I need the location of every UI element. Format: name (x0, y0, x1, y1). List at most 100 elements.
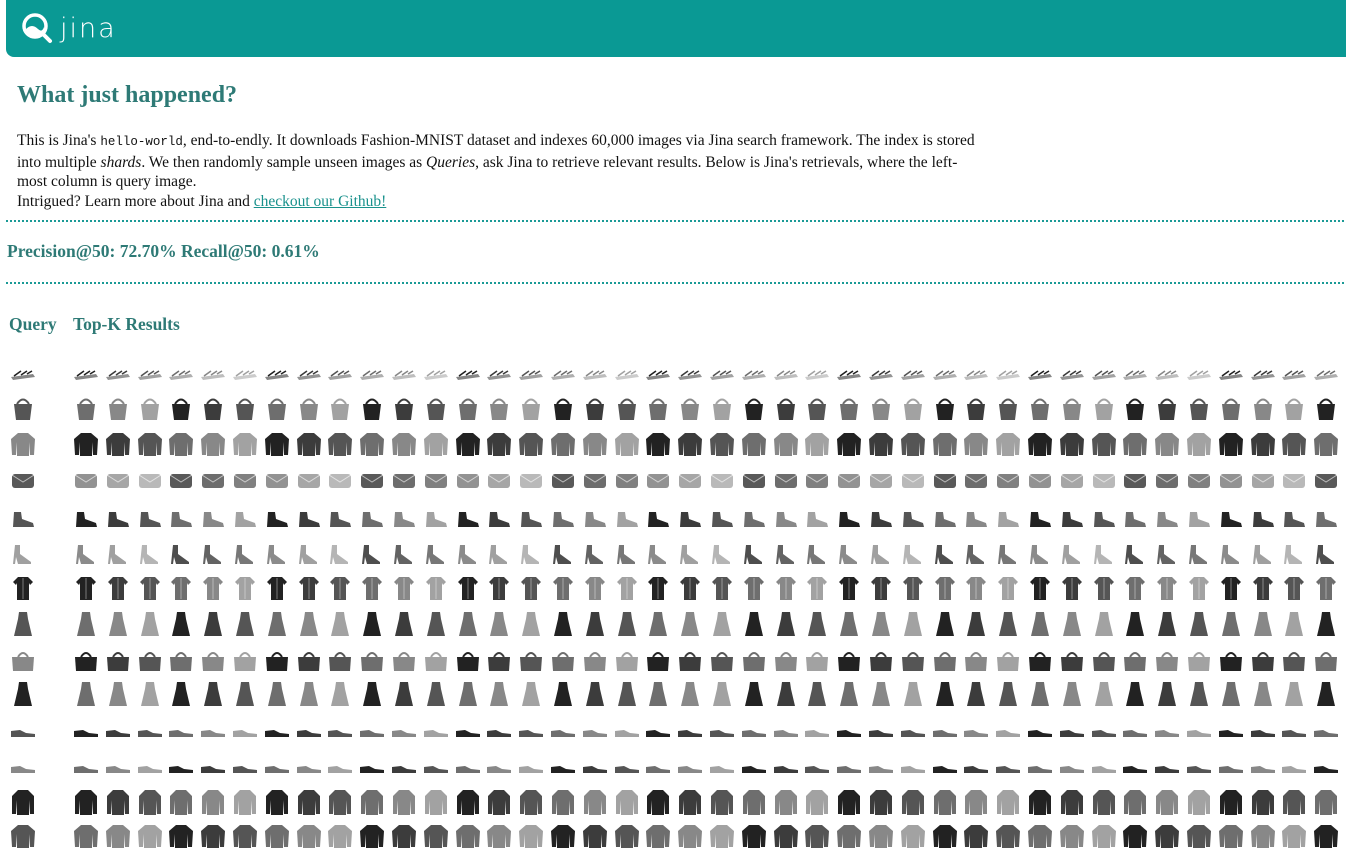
result-thumbnail (1280, 718, 1308, 746)
clutch-bag-icon (678, 474, 702, 488)
handbag-icon (1188, 652, 1210, 671)
heeled-sandal-icon (1252, 545, 1271, 564)
result-thumbnail (358, 646, 386, 674)
result-thumbnail (581, 430, 609, 458)
handbag-icon (424, 652, 447, 671)
heeled-sandal-icon (1189, 545, 1207, 564)
result-thumbnail (1058, 718, 1086, 746)
result-thumbnail (136, 466, 164, 494)
jina-logo[interactable]: jina (20, 10, 117, 46)
ankle-boot-icon (871, 512, 892, 527)
result-thumbnail (772, 718, 800, 746)
result-thumbnail (994, 610, 1022, 638)
pullover-icon (201, 433, 226, 456)
handbag-icon (12, 652, 34, 671)
intro-text-5: Intrigued? Learn more about Jina and (17, 192, 254, 210)
result-thumbnail (72, 466, 100, 494)
tote-bag-icon (108, 398, 127, 420)
result-thumbnail (962, 610, 990, 638)
github-link[interactable]: checkout our Github! (254, 193, 387, 210)
clutch-bag-icon (1028, 474, 1052, 488)
result-thumbnail (676, 754, 704, 782)
tote-bag-icon (776, 398, 795, 420)
sneaker-icon (233, 730, 257, 737)
handbag-icon (138, 652, 161, 671)
sandal-icon (582, 370, 607, 380)
handbag-icon (456, 652, 479, 671)
pullover-icon (773, 825, 798, 848)
query-thumbnail (9, 754, 37, 782)
sneaker-icon (74, 766, 98, 773)
dress-icon (617, 682, 636, 706)
sandal-icon (1091, 370, 1116, 380)
pullover-icon (900, 825, 925, 848)
result-thumbnail (454, 360, 482, 388)
result-thumbnail (867, 504, 895, 532)
result-thumbnail (740, 718, 768, 746)
result-thumbnail (676, 540, 704, 568)
sandal-icon (869, 370, 893, 380)
result-thumbnail (1153, 610, 1181, 638)
result-thumbnail (167, 540, 195, 568)
clutch-bag-icon (1092, 474, 1115, 488)
shirt-icon (584, 577, 605, 600)
result-thumbnail (772, 466, 800, 494)
result-thumbnail (613, 574, 641, 602)
ankle-boot-icon (235, 512, 256, 527)
sneaker-icon (392, 730, 416, 737)
result-thumbnail (1249, 394, 1277, 422)
shirt-icon (1030, 577, 1050, 600)
result-thumbnail (104, 610, 132, 638)
result-thumbnail (1026, 574, 1054, 602)
result-thumbnail (104, 754, 132, 782)
result-thumbnail (1217, 718, 1245, 746)
result-thumbnail (708, 610, 736, 638)
pullover-icon (201, 825, 226, 848)
result-thumbnail (231, 574, 259, 602)
result-thumbnail (231, 504, 259, 532)
coat-icon (170, 790, 193, 815)
ankle-boot-icon (1157, 512, 1179, 527)
pullover-icon (1187, 433, 1211, 456)
heeled-sandal-icon (330, 545, 349, 564)
result-thumbnail (1249, 574, 1277, 602)
result-thumbnail (1312, 394, 1340, 422)
result-thumbnail (263, 430, 291, 458)
sneaker-icon (233, 766, 257, 773)
precision-value: 72.70% (119, 241, 177, 261)
result-thumbnail (962, 646, 990, 674)
result-thumbnail (422, 466, 450, 494)
result-thumbnail (485, 504, 513, 532)
sandal-icon (1314, 370, 1339, 380)
result-thumbnail (994, 680, 1022, 708)
result-thumbnail (231, 822, 259, 850)
coat-icon (138, 790, 161, 815)
pullover-icon (392, 825, 416, 848)
result-thumbnail (1249, 754, 1277, 782)
shirt-icon (457, 577, 478, 600)
result-thumbnail (1058, 788, 1086, 816)
result-thumbnail (1153, 822, 1181, 850)
handbag-icon (1092, 652, 1115, 671)
handbag-icon (997, 652, 1020, 671)
pullover-icon (710, 433, 734, 456)
result-thumbnail (390, 504, 418, 532)
pullover-icon (678, 433, 703, 456)
precision-label: Precision@50: (7, 241, 116, 261)
result-thumbnail (485, 360, 513, 388)
result-thumbnail (1312, 754, 1340, 782)
heeled-sandal-icon (1030, 545, 1048, 564)
result-thumbnail (1280, 822, 1308, 850)
result-thumbnail (1058, 646, 1086, 674)
tote-bag-icon (1126, 398, 1145, 420)
result-thumbnail (931, 540, 959, 568)
result-thumbnail (931, 788, 959, 816)
result-thumbnail (803, 466, 831, 494)
query-thumbnail (9, 504, 37, 532)
sandal-icon (932, 370, 957, 380)
result-thumbnail (1153, 718, 1181, 746)
pullover-icon (932, 825, 957, 848)
result-thumbnail (931, 466, 959, 494)
page-title: What just happened? (17, 82, 238, 108)
query-thumbnail (9, 394, 37, 422)
